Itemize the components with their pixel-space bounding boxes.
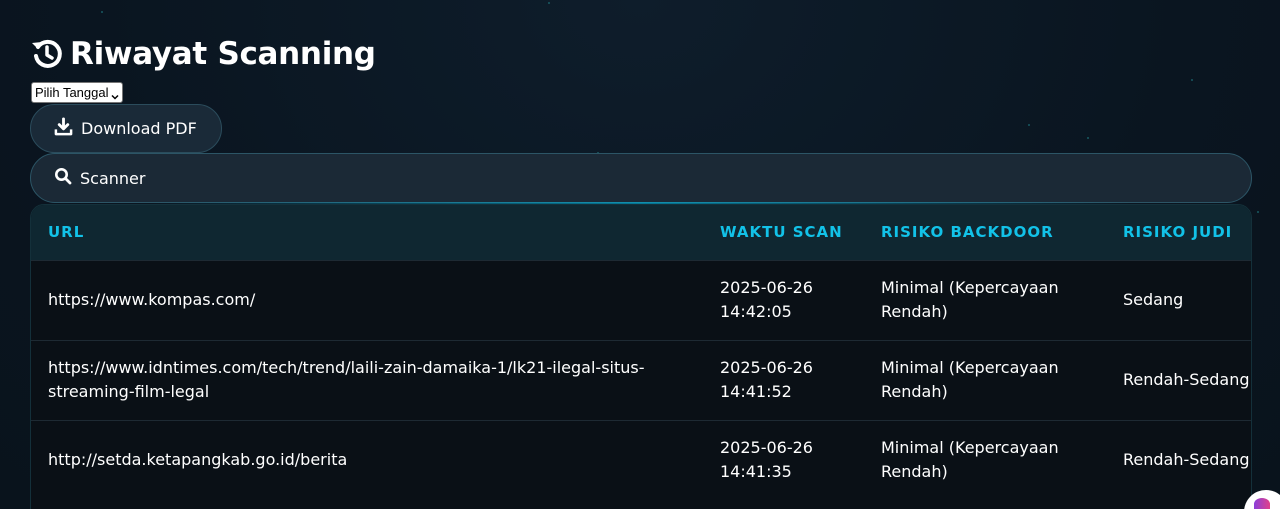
scanner-search-bar[interactable]: Scanner <box>30 153 1252 204</box>
cell-risiko-judi: Rendah-Sedang <box>1106 339 1251 420</box>
page-header: Riwayat Scanning <box>30 36 376 72</box>
scan-date: 2025-06-26 <box>720 438 813 458</box>
cell-risiko-backdoor: Minimal (Kepercayaan Rendah) <box>864 339 1106 420</box>
scan-time: 14:42:05 <box>720 302 792 321</box>
background-particle <box>101 11 103 13</box>
cell-risiko-judi: Rendah-Sedang <box>1106 419 1251 500</box>
date-select-value: Pilih Tanggal <box>35 85 109 100</box>
cell-url: https://www.kompas.com/ <box>31 259 703 340</box>
cell-waktu-scan: 2025-06-26 14:41:35 <box>703 419 864 500</box>
history-icon <box>30 37 64 71</box>
column-header-risiko-backdoor[interactable]: RISIKO BACKDOOR <box>864 205 1106 260</box>
scan-history-table: URL WAKTU SCAN RISIKO BACKDOOR RISIKO JU… <box>30 204 1252 509</box>
background-particle <box>548 2 550 4</box>
scanner-label: Scanner <box>80 168 146 188</box>
page-title: Riwayat Scanning <box>70 36 376 72</box>
chevron-down-icon <box>111 89 120 100</box>
cell-risiko-backdoor: Minimal (Kepercayaan Rendah) <box>864 419 1106 500</box>
download-icon <box>54 117 73 140</box>
cell-url: http://setda.ketapangkab.go.id/berita <box>31 419 703 500</box>
table-header-row: URL WAKTU SCAN RISIKO BACKDOOR RISIKO JU… <box>31 205 1251 260</box>
cell-waktu-scan: 2025-06-26 14:42:05 <box>703 259 864 340</box>
download-pdf-button[interactable]: Download PDF <box>30 104 222 153</box>
cell-risiko-judi: Sedang <box>1106 259 1251 340</box>
search-icon <box>54 167 72 189</box>
chat-widget-icon <box>1254 498 1270 509</box>
table-row[interactable]: http://setda.ketapangkab.go.id/berita 20… <box>31 419 1251 500</box>
cell-waktu-scan: 2025-06-26 14:41:52 <box>703 339 864 420</box>
background-particle <box>1257 211 1259 213</box>
scan-time: 14:41:52 <box>720 382 792 401</box>
column-header-waktu-scan[interactable]: WAKTU SCAN <box>703 205 864 260</box>
background-particle <box>1191 79 1193 81</box>
column-header-risiko-judi[interactable]: RISIKO JUDI <box>1106 205 1251 260</box>
table-row[interactable]: https://www.kompas.com/ 2025-06-26 14:42:… <box>31 259 1251 340</box>
background-particle <box>1028 124 1030 126</box>
column-header-url[interactable]: URL <box>31 205 703 260</box>
download-pdf-label: Download PDF <box>81 119 197 138</box>
background-particle <box>1087 137 1089 139</box>
scan-time: 14:41:35 <box>720 462 792 482</box>
cell-url: https://www.idntimes.com/tech/trend/lail… <box>31 339 703 420</box>
table-row[interactable]: https://www.idntimes.com/tech/trend/lail… <box>31 339 1251 420</box>
page: Riwayat Scanning Pilih Tanggal Download … <box>0 0 1280 509</box>
scan-date: 2025-06-26 <box>720 278 813 297</box>
scan-date: 2025-06-26 <box>720 358 813 377</box>
cell-risiko-backdoor: Minimal (Kepercayaan Rendah) <box>864 259 1106 340</box>
date-select[interactable]: Pilih Tanggal <box>31 82 124 103</box>
